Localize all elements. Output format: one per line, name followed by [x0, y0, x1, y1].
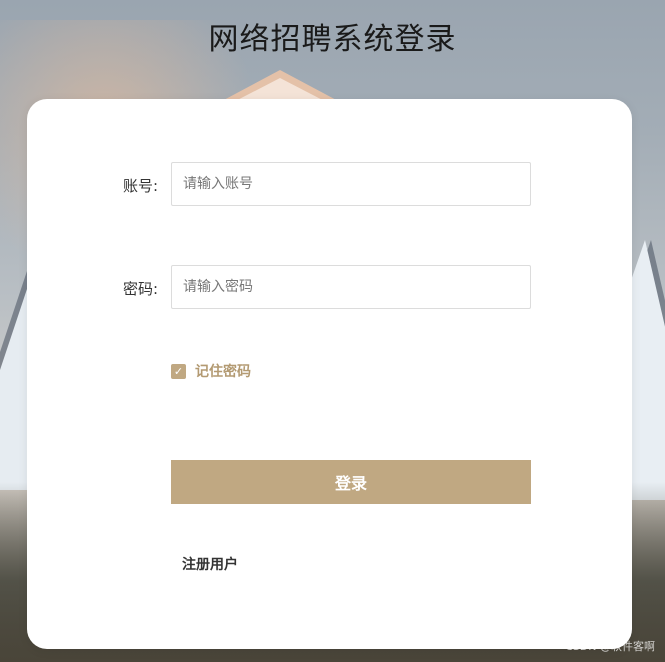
account-label: 账号: — [122, 177, 158, 195]
page-title: 网络招聘系统登录 — [208, 22, 457, 57]
password-row: 密码: — [27, 265, 632, 309]
login-button[interactable]: 登录 — [171, 460, 531, 504]
login-card: 账号: 密码: ✓ 记住密码 登录 注册用户 — [27, 99, 632, 649]
watermark: CSDN @软件客啊 — [565, 640, 655, 653]
checkbox-checked-icon[interactable]: ✓ — [171, 363, 186, 379]
password-input[interactable] — [171, 265, 531, 309]
remember-password-label: 记住密码 — [195, 364, 251, 380]
register-user-link[interactable]: 注册用户 — [182, 554, 238, 574]
password-label: 密码: — [122, 280, 158, 298]
account-input[interactable] — [171, 162, 531, 206]
account-row: 账号: — [27, 162, 632, 206]
remember-password-checkbox[interactable]: ✓ 记住密码 — [171, 361, 251, 381]
